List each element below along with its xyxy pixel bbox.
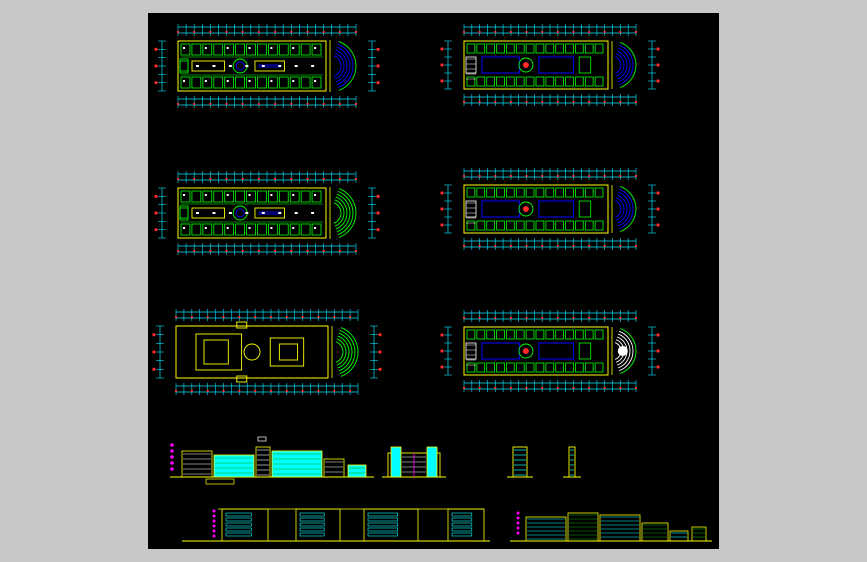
plan-right-3[interactable] (440, 310, 660, 392)
elevation-main[interactable] (170, 436, 374, 485)
cad-canvas[interactable] (148, 13, 719, 549)
plan-left-2[interactable] (154, 171, 380, 255)
elevation-side-1[interactable] (507, 446, 533, 478)
elevation-mid[interactable] (382, 446, 446, 478)
plan-left-1[interactable] (154, 24, 380, 108)
section-left[interactable] (182, 508, 490, 542)
plan-right-1[interactable] (440, 24, 660, 106)
plan-left-3[interactable] (152, 309, 382, 395)
elevation-side-2[interactable] (563, 446, 581, 478)
plan-right-2[interactable] (440, 168, 660, 250)
section-right[interactable] (510, 511, 712, 542)
drawing-sheet[interactable] (148, 13, 719, 549)
